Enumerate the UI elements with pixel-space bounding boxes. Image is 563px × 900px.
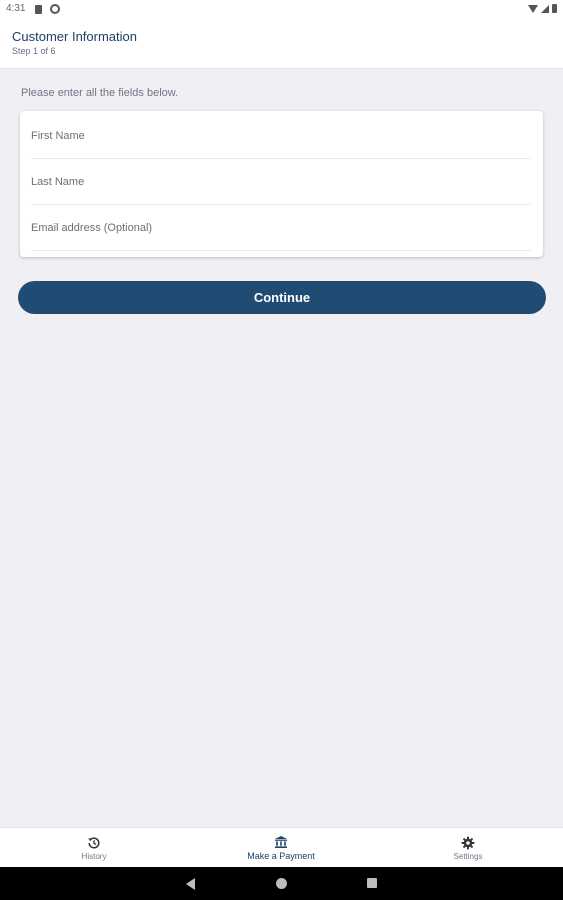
first-name-field	[31, 113, 531, 159]
nav-item-make-payment[interactable]: Make a Payment	[221, 828, 341, 868]
bottom-nav: History Make a Payment Settings	[0, 827, 563, 868]
first-name-input[interactable]	[31, 113, 531, 158]
history-icon	[88, 836, 100, 849]
home-icon[interactable]	[276, 878, 287, 889]
back-icon[interactable]	[186, 878, 195, 890]
form-instructions: Please enter all the fields below.	[21, 87, 179, 99]
status-bar: 4:31	[0, 0, 563, 20]
nav-item-history[interactable]: History	[34, 828, 154, 868]
wifi-icon	[528, 4, 538, 13]
last-name-input[interactable]	[31, 159, 531, 204]
page-title: Customer Information	[12, 29, 137, 44]
continue-button[interactable]: Continue	[18, 281, 546, 314]
customer-form-card	[20, 111, 543, 257]
gear-icon	[461, 836, 475, 849]
signal-icon	[541, 4, 549, 13]
recent-apps-icon[interactable]	[367, 878, 377, 888]
status-time: 4:31	[6, 3, 26, 14]
status-indicators	[528, 4, 557, 13]
nav-label-make-payment: Make a Payment	[247, 851, 315, 861]
nav-item-settings[interactable]: Settings	[408, 828, 528, 868]
step-indicator: Step 1 of 6	[12, 46, 56, 56]
nav-label-history: History	[81, 851, 107, 861]
last-name-field	[31, 159, 531, 205]
email-field	[31, 205, 531, 251]
bank-icon	[275, 836, 287, 848]
app-header: Customer Information Step 1 of 6	[0, 20, 563, 69]
battery-icon	[552, 4, 557, 13]
nav-label-settings: Settings	[453, 851, 483, 861]
system-navigation-bar	[0, 867, 563, 900]
sd-card-icon	[35, 5, 42, 14]
sync-icon	[50, 4, 60, 14]
email-input[interactable]	[31, 205, 531, 250]
